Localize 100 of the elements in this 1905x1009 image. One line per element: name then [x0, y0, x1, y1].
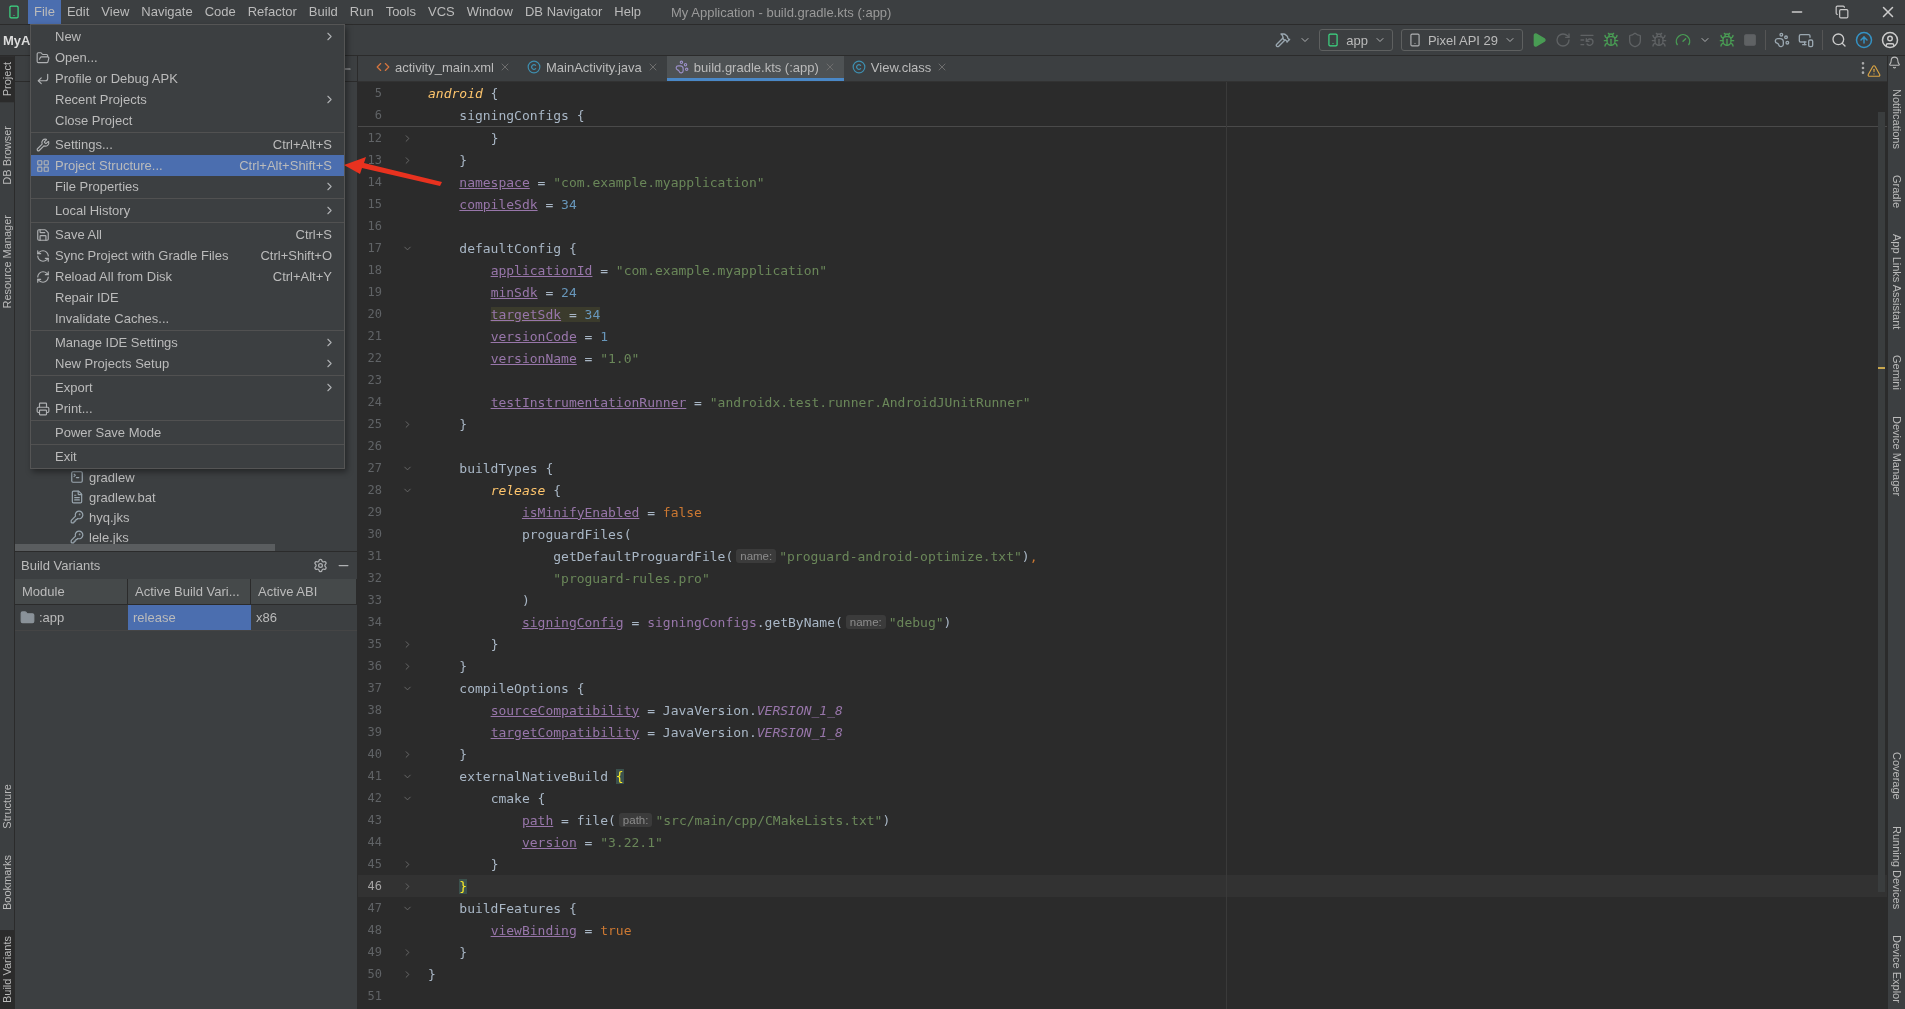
- menu-item[interactable]: Power Save Mode: [31, 422, 344, 443]
- line-number: 46: [366, 879, 382, 893]
- menu-item[interactable]: Profile or Debug APK: [31, 68, 344, 89]
- account-icon[interactable]: [1881, 31, 1899, 49]
- code-token: versionName: [490, 350, 577, 366]
- tool-window-tab[interactable]: Running Devices: [1888, 820, 1905, 916]
- tool-window-tab[interactable]: Bookmarks: [0, 848, 14, 916]
- code-token: "proguard-android-optimize.txt": [779, 548, 1022, 564]
- tool-window-tab[interactable]: Notifications: [1888, 83, 1905, 155]
- tree-item[interactable]: gradlew: [89, 469, 135, 485]
- menu-item[interactable]: Window: [460, 0, 519, 24]
- scrollbar[interactable]: [1878, 112, 1885, 892]
- menu-item[interactable]: Manage IDE Settings: [31, 332, 344, 353]
- menu-item[interactable]: Navigate: [135, 0, 199, 24]
- menu-item[interactable]: DB Navigator: [518, 0, 609, 24]
- line-number: 38: [366, 703, 382, 717]
- tool-window-tab[interactable]: Resource Manager: [0, 208, 14, 315]
- column-header[interactable]: Module: [15, 579, 128, 605]
- line-number: 24: [366, 395, 382, 409]
- code-token: }: [490, 856, 499, 872]
- menu-item[interactable]: Run: [343, 0, 380, 24]
- menu-item[interactable]: Sync Project with Gradle Files Ctrl+Shift+O: [31, 245, 344, 266]
- tool-window-tab[interactable]: Gemini: [1888, 349, 1905, 397]
- code-token: buildTypes {: [459, 460, 554, 476]
- tool-window-tab[interactable]: App Links Assistant: [1888, 227, 1905, 336]
- menu-item[interactable]: Recent Projects: [31, 89, 344, 110]
- menu-item[interactable]: File Properties: [31, 176, 344, 197]
- tool-window-tab[interactable]: DB Browser: [0, 120, 14, 191]
- code-token: }: [490, 130, 499, 146]
- update-icon[interactable]: [1855, 31, 1873, 49]
- menu-item[interactable]: VCS: [422, 0, 461, 24]
- tool-window-tab[interactable]: Build Variants: [0, 929, 14, 1009]
- shortcut-label: Ctrl+Alt+Shift+S: [239, 158, 332, 173]
- editor-tab[interactable]: MainActivity.java: [518, 56, 667, 81]
- scrollbar[interactable]: [15, 544, 275, 551]
- run-icon[interactable]: [1531, 32, 1547, 48]
- menu-item[interactable]: Local History: [31, 200, 344, 221]
- menu-item[interactable]: Help: [608, 0, 648, 24]
- menu-item[interactable]: Tools: [379, 0, 422, 24]
- hammer-icon[interactable]: [1275, 32, 1292, 48]
- search-icon[interactable]: [1831, 32, 1847, 48]
- editor-tab[interactable]: View.class: [843, 56, 957, 81]
- debug-icon[interactable]: [1603, 32, 1619, 48]
- menu-item[interactable]: Code: [198, 0, 242, 24]
- menu-item[interactable]: Repair IDE: [31, 287, 344, 308]
- menu-item[interactable]: Close Project: [31, 110, 344, 131]
- line-number: 36: [366, 659, 382, 673]
- tool-window-tab[interactable]: Structure: [0, 778, 14, 835]
- bug-icon[interactable]: [1651, 32, 1667, 48]
- settings-icon[interactable]: [313, 558, 328, 573]
- code-token: ): [1021, 548, 1030, 564]
- tool-window-tab[interactable]: Project: [0, 56, 14, 103]
- menu-item[interactable]: Edit: [60, 0, 96, 24]
- code-token: "androidx.test.runner.AndroidJUnitRunner": [709, 394, 1031, 410]
- menu-item[interactable]: New Projects Setup: [31, 353, 344, 374]
- device-dropdown[interactable]: Pixel API 29: [1400, 29, 1523, 51]
- tool-window-tab[interactable]: Device Explor: [1888, 929, 1905, 1009]
- tool-window-tab[interactable]: Coverage: [1888, 746, 1905, 806]
- sync-icon: [36, 248, 50, 263]
- column-header[interactable]: Active Build Vari...: [128, 579, 251, 605]
- xml-file-icon: [376, 60, 390, 74]
- tree-item[interactable]: gradlew.bat: [89, 489, 156, 505]
- menu-item[interactable]: Exit: [31, 446, 344, 467]
- line-number: 40: [366, 747, 382, 761]
- line-number: 51: [366, 989, 382, 1003]
- apply-changes-icon[interactable]: [1579, 32, 1595, 48]
- stop-icon[interactable]: [1743, 33, 1757, 47]
- menu-item[interactable]: New: [31, 26, 344, 47]
- notification-bell-icon[interactable]: [1888, 56, 1901, 69]
- menu-item[interactable]: View: [95, 0, 136, 24]
- line-number: 50: [366, 967, 382, 981]
- run-config-dropdown[interactable]: app: [1319, 29, 1393, 51]
- code-token: namespace: [459, 174, 530, 190]
- module-name: :app: [39, 610, 65, 625]
- text-file-icon: [70, 490, 84, 504]
- menu-item[interactable]: Build: [302, 0, 344, 24]
- menu-item[interactable]: Open...: [31, 47, 344, 68]
- rerun-icon[interactable]: [1555, 32, 1571, 48]
- editor-tab[interactable]: activity_main.xml: [368, 56, 519, 81]
- tree-item[interactable]: hyq.jks: [89, 509, 130, 525]
- line-number: 28: [366, 483, 382, 497]
- tool-window-tab[interactable]: Device Manager: [1888, 410, 1905, 503]
- menu-item[interactable]: Save All Ctrl+S: [31, 224, 344, 245]
- menu-item[interactable]: Invalidate Caches...: [31, 308, 344, 329]
- menu-item[interactable]: Reload All from Disk Ctrl+Alt+Y: [31, 266, 344, 287]
- profiler-icon[interactable]: [1675, 32, 1691, 48]
- code-token: }: [459, 152, 468, 168]
- warning-marker: [1878, 367, 1885, 369]
- menu-item[interactable]: Export: [31, 377, 344, 398]
- menu-item[interactable]: Refactor: [241, 0, 303, 24]
- menu-item[interactable]: Settings... Ctrl+Alt+S: [31, 134, 344, 155]
- editor-tab[interactable]: build.gradle.kts (:app): [666, 56, 844, 81]
- device-icon[interactable]: [1798, 32, 1814, 48]
- menu-item[interactable]: Print...: [31, 398, 344, 419]
- tree-item[interactable]: lele.jks: [89, 529, 129, 545]
- menu-label: New: [55, 29, 82, 44]
- column-header[interactable]: Active ABI: [251, 579, 357, 605]
- restore-icon[interactable]: [1835, 5, 1849, 19]
- tool-window-tab[interactable]: Gradle: [1888, 168, 1905, 214]
- line-number: 22: [366, 351, 382, 365]
